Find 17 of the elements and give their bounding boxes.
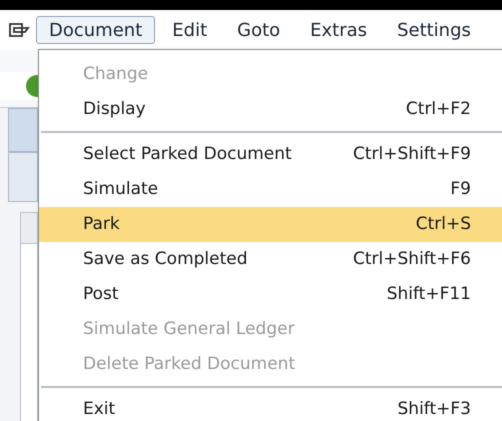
shortcut-label: Ctrl+S — [416, 212, 471, 236]
status-icon[interactable] — [26, 75, 38, 97]
shortcut-label: Ctrl+Shift+F9 — [353, 142, 471, 166]
shortcut-label: Ctrl+Shift+F6 — [353, 248, 471, 271]
menu-icon[interactable] — [8, 22, 30, 38]
panel-header — [8, 108, 38, 152]
menu-item[interactable]: Park Ctrl+S — [39, 207, 502, 242]
shortcut-label: Ctrl+F2 — [406, 98, 471, 121]
shortcut-label: Shift+F3 — [398, 398, 471, 421]
column-header — [20, 212, 38, 244]
menu-tab[interactable]: Document — [36, 16, 156, 44]
shortcut-label: F9 — [450, 178, 471, 201]
menu-tab[interactable]: Goto — [224, 16, 294, 44]
menu-tab[interactable]: Settings — [384, 16, 484, 44]
menu-tab[interactable]: Extras — [297, 16, 380, 44]
menu-tab[interactable]: Edit — [159, 16, 220, 44]
shortcut-label: Shift+F11 — [386, 282, 471, 306]
